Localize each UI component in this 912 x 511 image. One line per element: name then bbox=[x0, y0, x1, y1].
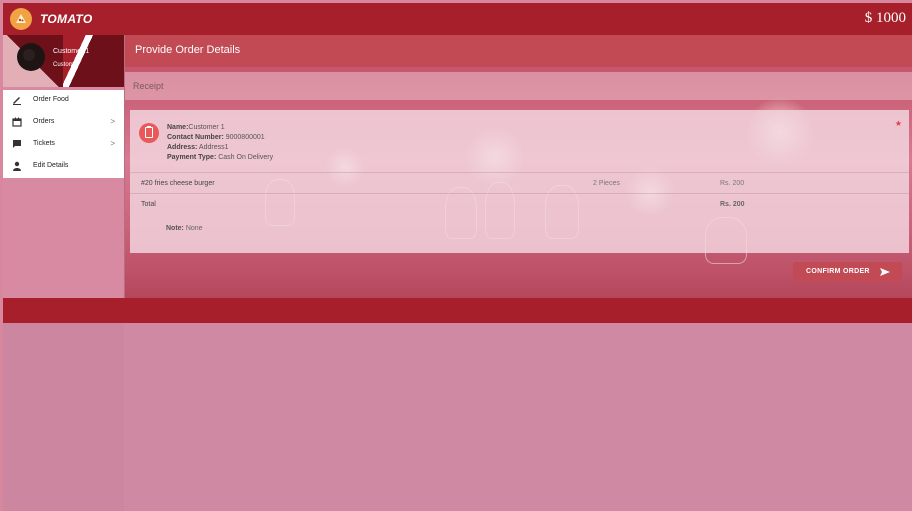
chevron-right-icon: > bbox=[110, 117, 115, 126]
brand-name[interactable]: TOMATO bbox=[40, 12, 92, 26]
sidebar-item-label: Order Food bbox=[33, 96, 69, 103]
person-icon bbox=[13, 161, 21, 171]
confirm-order-button[interactable]: CONFIRM ORDER bbox=[793, 262, 902, 282]
sidebar-item-label: Edit Details bbox=[33, 162, 69, 169]
sidebar-item-orders[interactable]: Orders > bbox=[3, 112, 124, 134]
sidebar-item-label: Orders bbox=[33, 118, 55, 125]
sidebar-item-tickets[interactable]: Tickets > bbox=[3, 134, 124, 156]
receipt-label: Receipt bbox=[133, 81, 164, 91]
order-note: Note: None bbox=[166, 225, 203, 232]
profile-card: Customer 1 Customer bbox=[3, 35, 124, 87]
payment-type: Cash On Delivery bbox=[218, 154, 274, 161]
footer-bar bbox=[3, 298, 912, 323]
total-label: Total bbox=[141, 201, 156, 208]
order-item-row: #20 fries cheese burger 2 Pieces Rs. 200 bbox=[130, 172, 909, 194]
item-name: #20 fries cheese burger bbox=[141, 180, 215, 187]
sidebar-item-edit-details[interactable]: Edit Details bbox=[3, 156, 124, 178]
item-price: Rs. 200 bbox=[720, 180, 745, 187]
send-icon bbox=[880, 268, 890, 276]
wallet-balance: $ 1000 bbox=[864, 10, 906, 26]
top-bar: TOMATO $ 1000 bbox=[3, 3, 912, 35]
lower-sidebar-area bbox=[3, 323, 124, 511]
chevron-right-icon: > bbox=[110, 139, 115, 148]
profile-name: Customer 1 bbox=[53, 48, 90, 55]
order-total-row: Total Rs. 200 bbox=[130, 193, 909, 215]
pencil-icon bbox=[13, 97, 21, 105]
total-value: Rs. 200 bbox=[720, 201, 745, 208]
note-value: None bbox=[185, 225, 203, 232]
address: Address1 bbox=[198, 144, 229, 151]
app-frame: TOMATO $ 1000 Customer 1 Customer Order … bbox=[3, 3, 912, 511]
confirm-order-label: CONFIRM ORDER bbox=[806, 268, 870, 275]
contact-number: 9000800001 bbox=[225, 134, 265, 141]
page-header: Provide Order Details bbox=[125, 35, 912, 67]
order-summary-card: Name:Customer 1 Contact Number: 90008000… bbox=[130, 110, 909, 253]
customer-info: Name:Customer 1 Contact Number: 90008000… bbox=[167, 124, 274, 161]
customer-name: Customer 1 bbox=[188, 124, 225, 131]
sidebar-item-label: Tickets bbox=[33, 140, 55, 147]
lower-content-area bbox=[3, 323, 912, 511]
sidebar-item-order-food[interactable]: Order Food bbox=[3, 90, 124, 112]
tomato-logo-icon[interactable] bbox=[10, 8, 32, 30]
chat-icon bbox=[13, 140, 21, 148]
avatar[interactable] bbox=[17, 43, 45, 71]
item-quantity: 2 Pieces bbox=[593, 180, 620, 187]
profile-role: Customer bbox=[53, 62, 80, 68]
clipboard-icon bbox=[139, 123, 159, 143]
page-title: Provide Order Details bbox=[135, 44, 241, 56]
receipt-header: Receipt bbox=[125, 72, 912, 100]
calendar-icon bbox=[12, 117, 22, 127]
star-icon[interactable]: ★ bbox=[895, 119, 902, 128]
sidebar-background bbox=[3, 178, 124, 298]
sidebar-menu: Order Food Orders > Tickets > Edit Detai… bbox=[3, 90, 124, 178]
